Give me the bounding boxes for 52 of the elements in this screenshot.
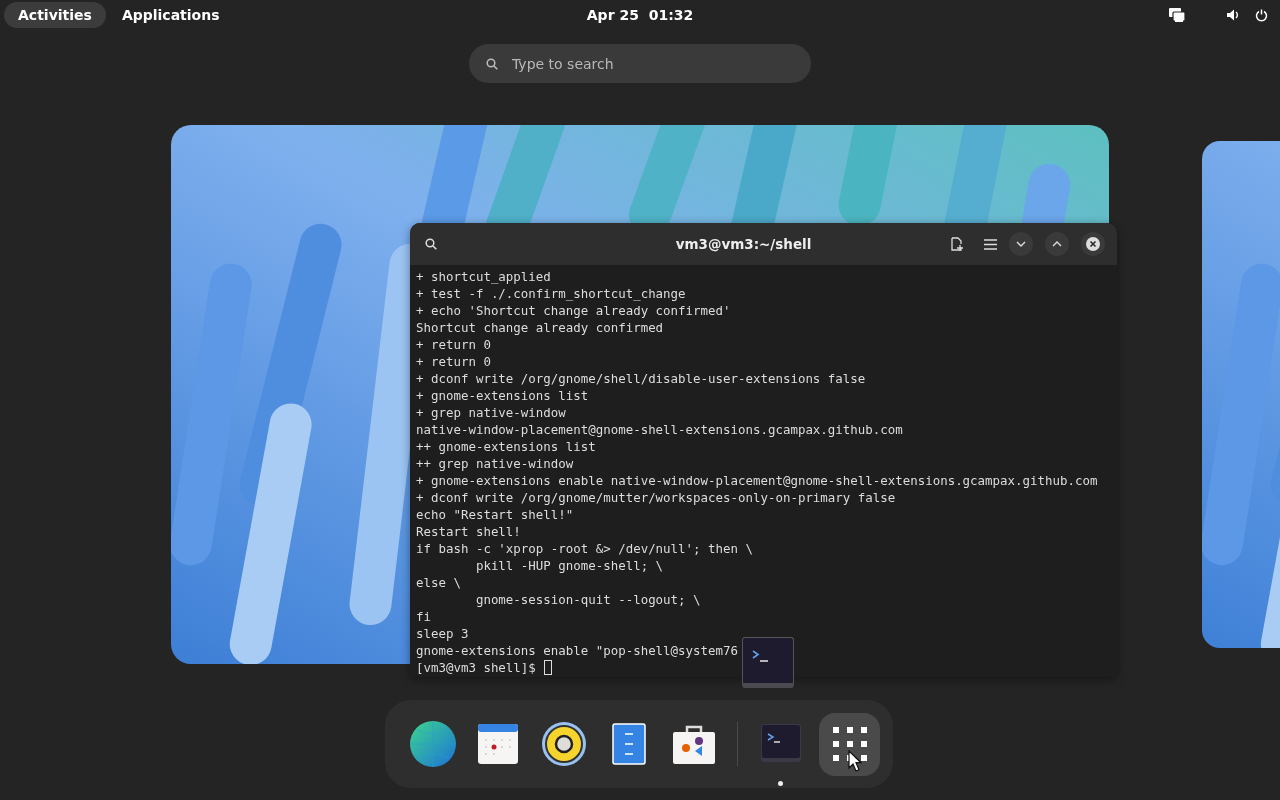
search-field[interactable]: Type to search <box>469 44 811 83</box>
terminal-line: echo "Restart shell!" <box>416 506 574 523</box>
pointer-icon <box>848 750 862 772</box>
terminal-line: + return 0 <box>416 336 491 353</box>
terminal-line: Shortcut change already confirmed <box>416 319 664 336</box>
globe-icon <box>408 720 457 768</box>
terminal-line: + gnome-extensions enable native-window-placement@gnome-shell-extensions.gcampax.github.com <box>416 472 1098 489</box>
terminal-line: ++ gnome-extensions list <box>416 438 596 455</box>
terminal-line: + return 0 <box>416 353 491 370</box>
power-icon[interactable] <box>1255 8 1268 22</box>
minimize-button[interactable] <box>1009 232 1033 256</box>
clock[interactable]: Apr 25 01:32 <box>586 7 694 23</box>
volume-icon[interactable] <box>1227 9 1239 21</box>
maximize-button[interactable] <box>1045 232 1069 256</box>
new-tab-icon[interactable] <box>950 237 964 251</box>
terminal-drag-thumbnail[interactable] <box>742 637 794 688</box>
shell-prompt: [vm3@vm3 shell]$ <box>416 659 536 676</box>
terminal-line: if bash -c 'xprop -root &> /dev/null'; then \ <box>416 540 753 557</box>
terminal-line: + shortcut_applied <box>416 268 551 285</box>
app-grid-button[interactable] <box>819 712 880 776</box>
terminal-line: sleep 3 <box>416 625 469 642</box>
app-grid-icon <box>830 725 869 763</box>
text-cursor <box>543 660 552 675</box>
terminal-line: + grep native-window <box>416 404 566 421</box>
shopping-bag-icon <box>672 723 717 765</box>
terminal-line: Restart shell! <box>416 523 521 540</box>
menu-icon[interactable] <box>984 238 997 250</box>
terminal-line: else \ <box>416 574 461 591</box>
terminal-line: fi <box>416 608 431 625</box>
terminal-line: + dconf write /org/gnome/shell/disable-user-extensions false <box>416 370 866 387</box>
chevron-down-icon <box>1016 241 1026 247</box>
terminal-line: gnome-extensions enable "pop-shell@system76 <box>416 642 738 659</box>
terminal-line: ++ grep native-window <box>416 455 574 472</box>
top-bar-tab[interactable]: Applications <box>107 2 234 28</box>
terminal-icon <box>760 724 801 764</box>
document-icon <box>611 723 646 765</box>
terminal-line: + dconf write /org/gnome/mutter/workspaces-only-on-primary false <box>416 489 896 506</box>
chevron-up-icon <box>1052 241 1062 247</box>
close-icon <box>1085 236 1101 252</box>
terminal-line: native-window-placement@gnome-shell-extensions.gcampax.github.com <box>416 421 903 438</box>
terminal-line: + test -f ./.confirm_shortcut_change <box>416 285 686 302</box>
calendar-icon <box>477 723 520 765</box>
speaker-icon <box>540 721 587 767</box>
terminal-line: pkill -HUP gnome-shell; \ <box>474 557 664 574</box>
terminal-line: gnome-session-quit --logout; \ <box>474 591 701 608</box>
display-icon[interactable] <box>1169 8 1185 22</box>
terminal-line: + echo 'Shortcut change already confirmed' <box>416 302 731 319</box>
search-icon[interactable] <box>425 238 437 250</box>
window-title: vm3@vm3:~/shell <box>674 236 813 252</box>
terminal-line: + gnome-extensions list <box>416 387 589 404</box>
close-button[interactable] <box>1081 232 1105 256</box>
top-bar-tab[interactable]: Activities <box>4 2 106 28</box>
